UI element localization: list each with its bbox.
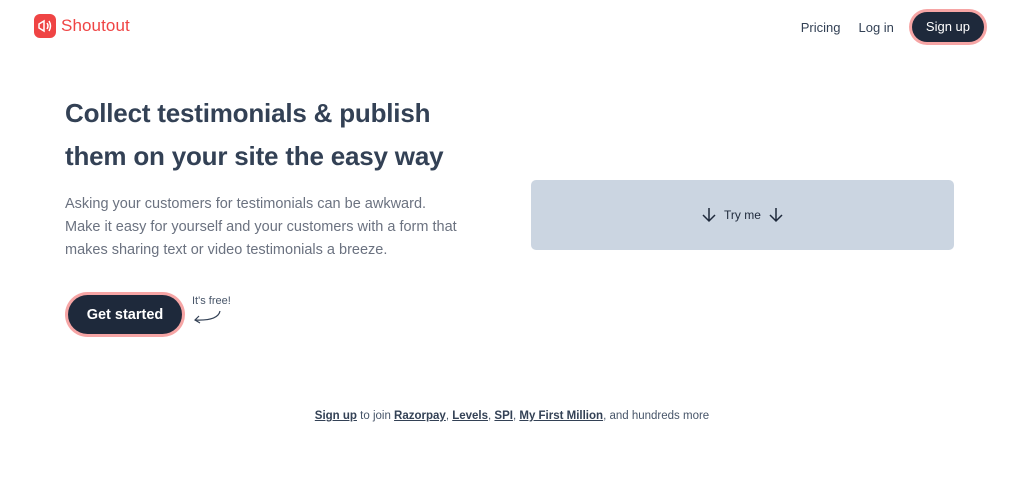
social-proof-line: Sign up to join Razorpay, Levels, SPI, M… — [0, 410, 1024, 422]
try-me-label: Try me — [724, 208, 761, 222]
free-note: It's free! — [192, 295, 231, 307]
footer-tail-text: , and hundreds more — [603, 410, 710, 422]
hero-title-line1: Collect testimonials & publish — [65, 98, 431, 128]
nav-pricing-link[interactable]: Pricing — [801, 20, 841, 35]
try-me-panel[interactable]: Try me — [531, 180, 954, 250]
company-link-razorpay[interactable]: Razorpay — [394, 410, 446, 422]
hero-section: Collect testimonials & publish them on y… — [65, 92, 505, 262]
hero-title: Collect testimonials & publish them on y… — [65, 92, 505, 178]
top-navbar: Shoutout Pricing Log in Sign up — [0, 0, 1024, 56]
hero-description-line1: Asking your customers for testimonials c… — [65, 196, 427, 212]
brand-logo[interactable]: Shoutout — [34, 14, 130, 38]
company-link-my-first-million[interactable]: My First Million — [519, 410, 603, 422]
hero-title-line2: them on your site the easy way — [65, 141, 444, 171]
get-started-button[interactable]: Get started — [68, 295, 182, 334]
curved-arrow-icon — [194, 310, 221, 324]
company-link-levels[interactable]: Levels — [452, 410, 488, 422]
arrow-down-icon — [702, 208, 716, 223]
company-link-spi[interactable]: SPI — [494, 410, 513, 422]
brand-name: Shoutout — [61, 16, 130, 35]
nav-links: Pricing Log in Sign up — [801, 12, 984, 42]
hero-description-line3: makes sharing text or video testimonials… — [65, 242, 388, 258]
footer-signup-link[interactable]: Sign up — [315, 410, 357, 422]
signup-button[interactable]: Sign up — [911, 12, 984, 42]
footer-join-text: to join — [356, 410, 395, 422]
arrow-down-icon — [769, 208, 783, 223]
hero-description-line2: Make it easy for yourself and your custo… — [65, 219, 457, 235]
nav-login-link[interactable]: Log in — [858, 20, 893, 35]
hero-description: Asking your customers for testimonials c… — [65, 193, 505, 262]
cta-area: Get started — [68, 295, 182, 334]
megaphone-icon — [34, 14, 56, 38]
